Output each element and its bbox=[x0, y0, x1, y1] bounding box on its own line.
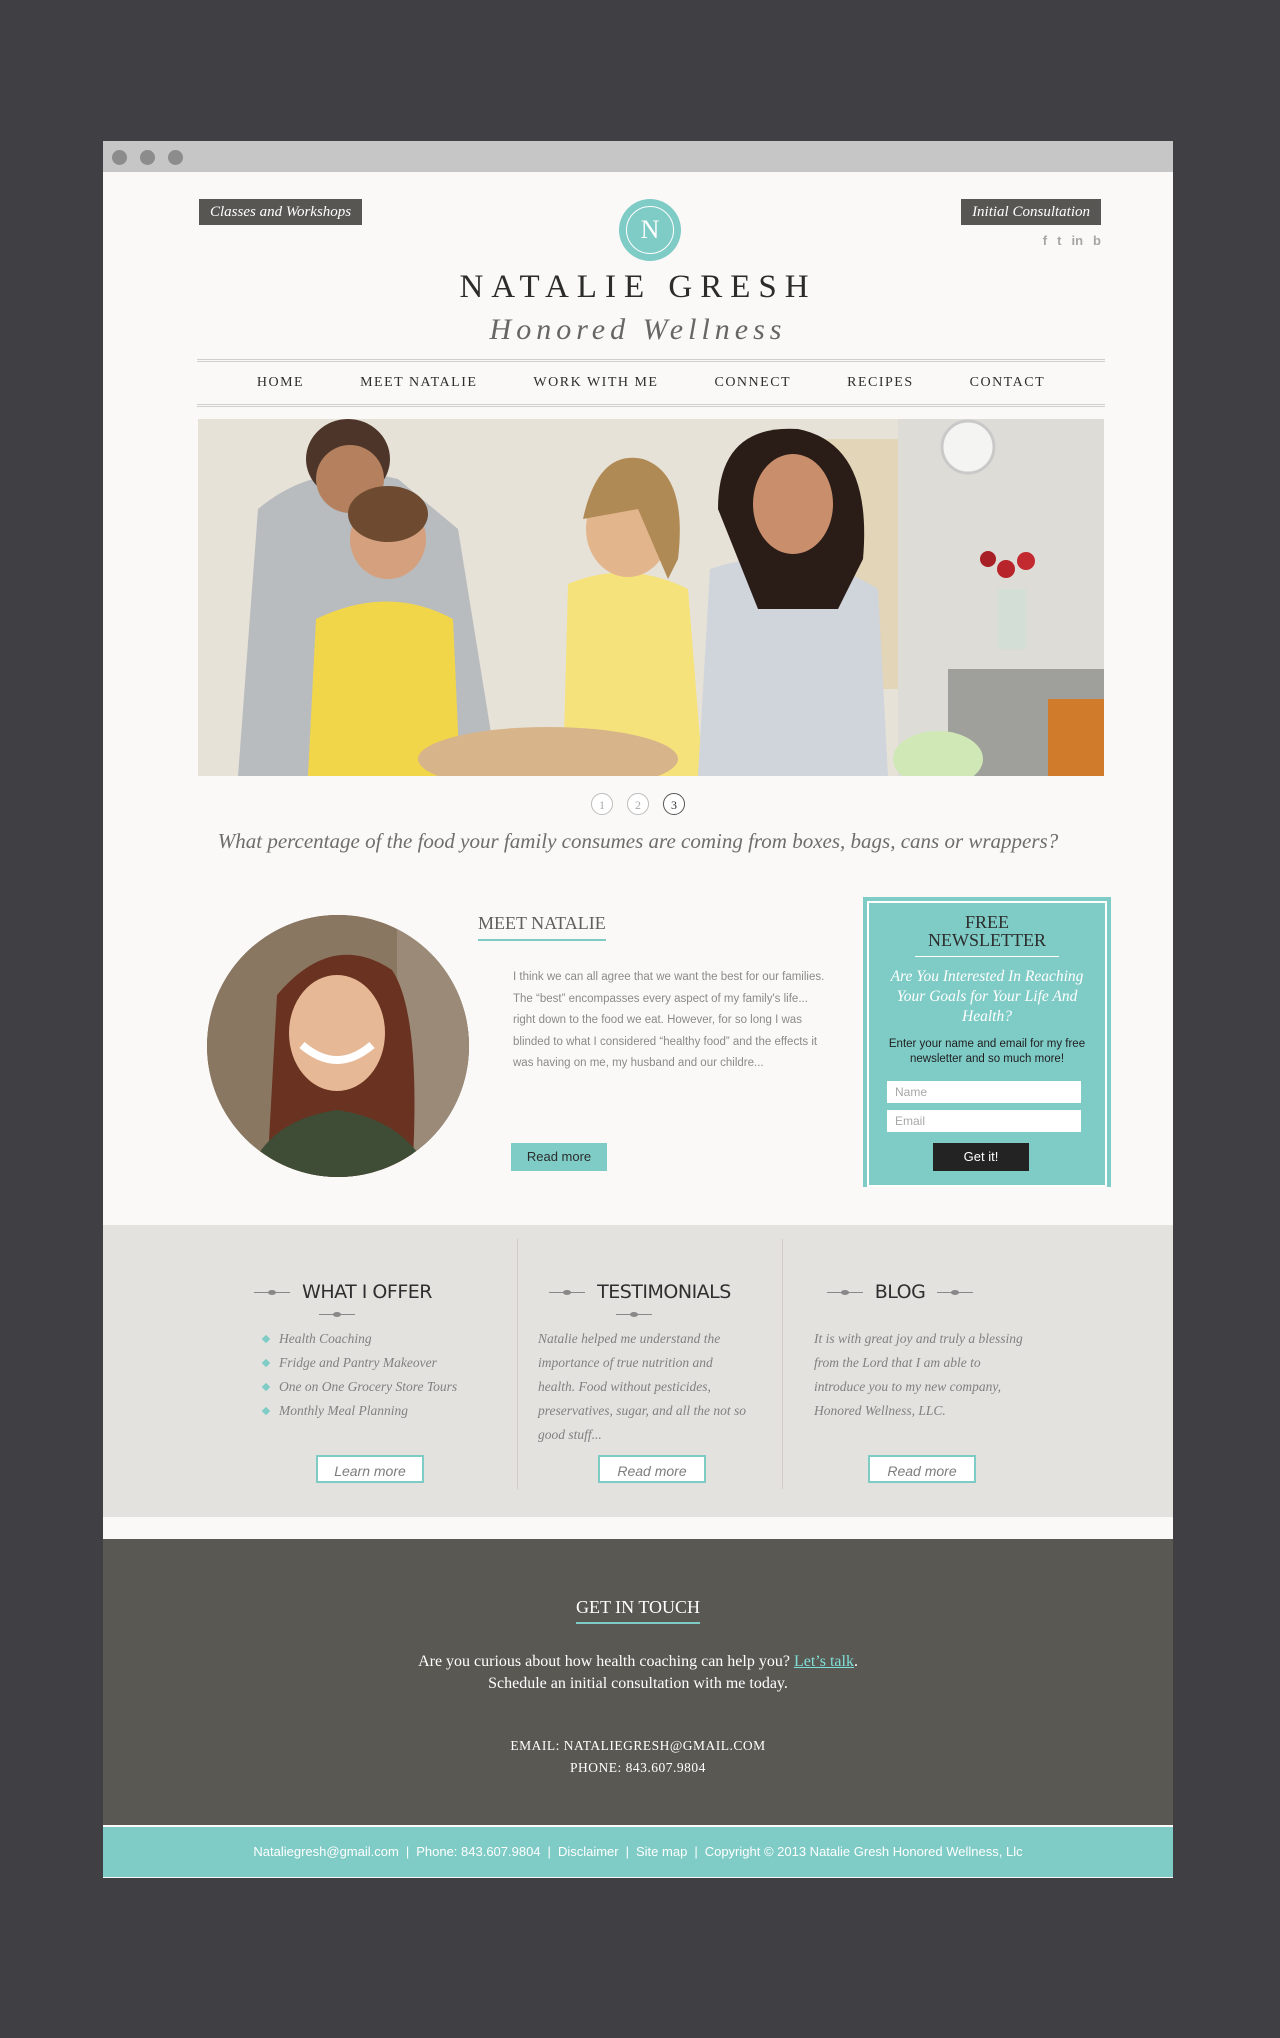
footer-separator: | bbox=[405, 1844, 410, 1859]
slider-page-2[interactable]: 2 bbox=[627, 793, 649, 815]
facebook-icon[interactable]: f bbox=[1043, 233, 1047, 248]
contact-line2: Schedule an initial consultation with me… bbox=[488, 1675, 788, 1692]
slider-pagination: 1 2 3 bbox=[103, 793, 1173, 815]
newsletter-name-input[interactable] bbox=[887, 1081, 1081, 1103]
contact-email[interactable]: EMAIL: NATALIEGRESH@GMAIL.COM bbox=[103, 1735, 1173, 1757]
newsletter-divider bbox=[915, 956, 1059, 957]
testimonials-title: TESTIMONIALS bbox=[597, 1281, 731, 1303]
ornament-right-icon bbox=[937, 1290, 974, 1295]
newsletter-submit-button[interactable]: Get it! bbox=[933, 1143, 1029, 1171]
meet-read-more-button[interactable]: Read more bbox=[511, 1143, 607, 1171]
logo-letter: N bbox=[626, 206, 674, 254]
window-titlebar bbox=[103, 141, 1173, 172]
newsletter-box: FREE NEWSLETTER Are You Interested In Re… bbox=[863, 897, 1111, 1187]
twitter-icon[interactable]: t bbox=[1057, 233, 1061, 248]
linkedin-icon[interactable]: in bbox=[1071, 233, 1083, 248]
ornament-right-icon bbox=[319, 1312, 355, 1317]
nav-meet-natalie[interactable]: MEET NATALIE bbox=[360, 375, 477, 391]
features-band: WHAT I OFFER Health Coaching Fridge and … bbox=[103, 1225, 1173, 1517]
offer-item: One on One Grocery Store Tours bbox=[263, 1375, 463, 1399]
offer-list: Health Coaching Fridge and Pantry Makeov… bbox=[263, 1327, 463, 1423]
contact-heading-wrap: GET IN TOUCH bbox=[103, 1597, 1173, 1624]
slider-page-1[interactable]: 1 bbox=[591, 793, 613, 815]
blog-read-more-button[interactable]: Read more bbox=[868, 1455, 976, 1483]
nav-recipes[interactable]: RECIPES bbox=[847, 375, 914, 391]
offer-item: Health Coaching bbox=[263, 1327, 463, 1351]
nav-work-with-me[interactable]: WORK WITH ME bbox=[533, 375, 658, 391]
contact-details: EMAIL: NATALIEGRESH@GMAIL.COM PHONE: 843… bbox=[103, 1735, 1173, 1779]
footer-copyright: Copyright © 2013 Natalie Gresh Honored W… bbox=[704, 1844, 1023, 1859]
blog-heading: BLOG bbox=[789, 1281, 1011, 1303]
meet-natalie-text: I think we can all agree that we want th… bbox=[513, 971, 825, 1069]
classes-workshops-link[interactable]: Classes and Workshops bbox=[199, 199, 363, 225]
nav-connect[interactable]: CONNECT bbox=[714, 375, 791, 391]
browser-window: Classes and Workshops Initial Consultati… bbox=[103, 141, 1173, 1878]
natalie-portrait bbox=[207, 915, 469, 1177]
testimonials-heading: TESTIMONIALS bbox=[523, 1281, 745, 1325]
footer-disclaimer-link[interactable]: Disclaimer bbox=[558, 1844, 619, 1859]
newsletter-description: Enter your name and email for my free ne… bbox=[888, 1038, 1086, 1065]
family-cooking-illustration bbox=[198, 419, 1104, 776]
lets-talk-link[interactable]: Let’s talk bbox=[794, 1653, 854, 1670]
footer-email-link[interactable]: Nataliegresh@gmail.com bbox=[253, 1844, 398, 1859]
offer-item: Monthly Meal Planning bbox=[263, 1399, 463, 1423]
footer-bar: Nataliegresh@gmail.com | Phone: 843.607.98… bbox=[103, 1827, 1173, 1877]
window-close-dot[interactable] bbox=[112, 150, 127, 165]
hero-slide-image bbox=[198, 419, 1104, 776]
blog-column: BLOG It is with great joy and truly a bl… bbox=[789, 1225, 1023, 1517]
nav-contact[interactable]: CONTACT bbox=[970, 375, 1046, 391]
footer-separator: | bbox=[625, 1844, 629, 1859]
blog-title: BLOG bbox=[874, 1281, 926, 1303]
social-links: f t in b bbox=[1043, 233, 1101, 248]
contact-phone: PHONE: 843.607.9804 bbox=[570, 1760, 706, 1775]
offer-heading: WHAT I OFFER bbox=[223, 1281, 451, 1325]
contact-section: GET IN TOUCH Are you curious about how h… bbox=[103, 1539, 1173, 1825]
blogger-icon[interactable]: b bbox=[1093, 233, 1101, 248]
contact-text: Are you curious about how health coachin… bbox=[103, 1651, 1173, 1695]
meet-natalie-heading: MEET NATALIE bbox=[478, 913, 606, 941]
ornament-right-icon bbox=[616, 1312, 652, 1317]
ornament-left-icon bbox=[549, 1290, 586, 1295]
ornament-left-icon bbox=[254, 1290, 291, 1295]
offer-column: WHAT I OFFER Health Coaching Fridge and … bbox=[223, 1225, 457, 1517]
offer-item: Fridge and Pantry Makeover bbox=[263, 1351, 463, 1375]
contact-line1: Are you curious about how health coachin… bbox=[418, 1653, 790, 1670]
footer-sitemap-link[interactable]: Site map bbox=[636, 1844, 687, 1859]
footer-phone: Phone: 843.607.9804 bbox=[416, 1844, 541, 1859]
newsletter-title-line2: NEWSLETTER bbox=[928, 930, 1046, 950]
testimonials-read-more-button[interactable]: Read more bbox=[598, 1455, 706, 1483]
column-divider bbox=[517, 1239, 518, 1489]
footer-separator: | bbox=[694, 1844, 698, 1859]
hero-tagline: What percentage of the food your family … bbox=[217, 829, 1059, 853]
portrait-illustration bbox=[207, 915, 469, 1177]
column-divider bbox=[782, 1239, 783, 1489]
testimonials-column: TESTIMONIALS Natalie helped me understan… bbox=[523, 1225, 746, 1517]
newsletter-question: Are You Interested In Reaching Your Goal… bbox=[890, 968, 1084, 1025]
ornament-left-icon bbox=[826, 1290, 863, 1295]
offer-title: WHAT I OFFER bbox=[302, 1281, 432, 1303]
footer-separator: | bbox=[547, 1844, 551, 1859]
blog-text: It is with great joy and truly a blessin… bbox=[814, 1331, 1023, 1418]
initial-consultation-link[interactable]: Initial Consultation bbox=[961, 199, 1101, 225]
logo-monogram[interactable]: N bbox=[619, 199, 681, 261]
window-minimize-dot[interactable] bbox=[140, 150, 155, 165]
testimonials-text: Natalie helped me understand the importa… bbox=[538, 1331, 746, 1442]
newsletter-title: FREE NEWSLETTER bbox=[863, 913, 1111, 949]
slider-page-3[interactable]: 3 bbox=[663, 793, 685, 815]
newsletter-email-input[interactable] bbox=[887, 1110, 1081, 1132]
offer-learn-more-button[interactable]: Learn more bbox=[316, 1455, 424, 1483]
brand-name[interactable]: NATALIE GRESH bbox=[103, 269, 1173, 306]
window-maximize-dot[interactable] bbox=[168, 150, 183, 165]
brand-tagline: Honored Wellness bbox=[489, 313, 787, 346]
contact-heading: GET IN TOUCH bbox=[575, 1597, 700, 1624]
newsletter-title-line1: FREE bbox=[964, 912, 1009, 932]
nav-home[interactable]: HOME bbox=[257, 375, 304, 391]
main-nav: HOME MEET NATALIE WORK WITH ME CONNECT R… bbox=[197, 359, 1105, 407]
contact-period: . bbox=[853, 1653, 858, 1670]
